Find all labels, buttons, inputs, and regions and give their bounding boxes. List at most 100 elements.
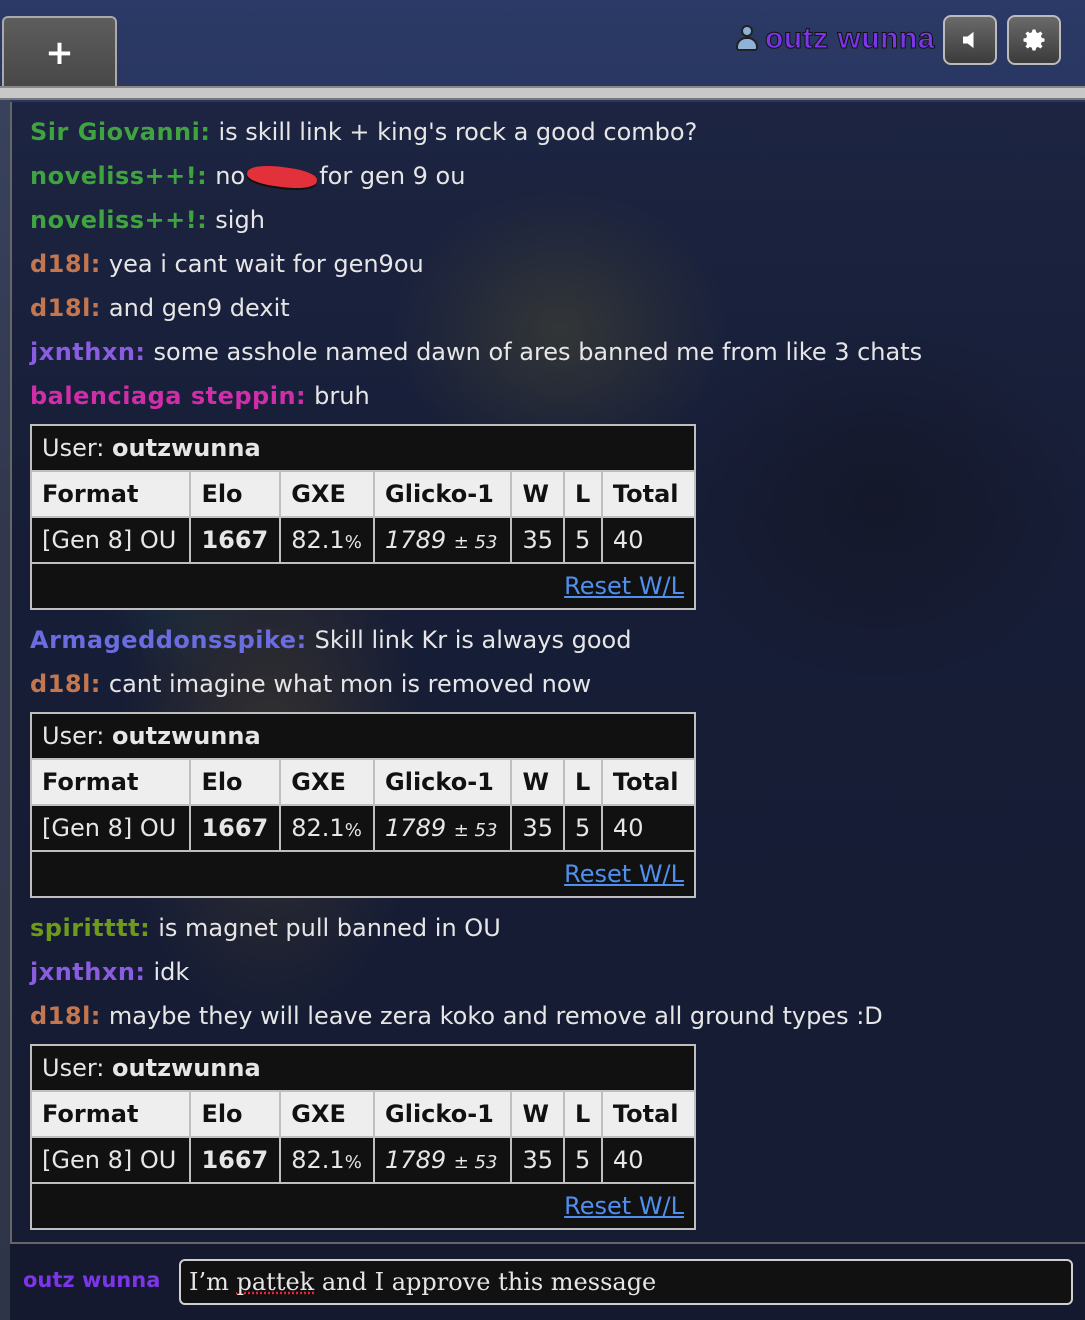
message-text: no [215,162,246,190]
message-username[interactable]: jxnthxn: [30,338,146,366]
rank-glicko: 1789 ± 53 [373,516,513,564]
message-text: Skill link Kr is always good [314,626,632,654]
rank-table: User: outzwunna Format Elo GXE Glicko-1 W L Tot… [29,712,697,898]
reset-wl-link[interactable]: Reset W/L [564,860,684,888]
rank-table: User: outzwunna Format Elo GXE Glicko-1 W L Tot… [29,1044,697,1230]
rank-losses: 5 [563,804,603,852]
rank-header-cell: Elo [189,758,282,806]
new-tab-button[interactable]: + [2,16,117,88]
message-text: some asshole named dawn of ares banned m… [153,338,923,366]
chat-message: spiritttt: is magnet pull banned in OU [30,906,1080,950]
rank-wins: 35 [510,1136,566,1184]
rank-header-cell: GXE [279,470,376,518]
rank-reset-row: Reset W/L [30,562,696,610]
chat-message: Armageddonsspike: Skill link Kr is always… [30,618,1080,662]
rank-header-cell: Total [600,470,697,518]
rank-header-cell: GXE [279,758,376,806]
message-text: for gen 9 ou [319,162,466,190]
rank-reset-row: Reset W/L [30,850,696,898]
message-text: idk [153,958,190,986]
rank-header-cell: W [510,758,566,806]
sound-icon [963,31,974,49]
rank-reset-row: Reset W/L [30,1182,696,1230]
message-text: and gen9 dexit [108,294,290,322]
chat-input[interactable]: I’m pattek and I approve this message [179,1259,1073,1305]
rank-losses: 5 [563,516,603,564]
rank-user-name: outzwunna [112,1054,261,1082]
settings-button[interactable] [1007,15,1061,65]
gear-icon [1023,29,1045,51]
rank-header-cell: Elo [189,470,282,518]
chat-message: noveliss++!: sigh [30,198,1080,242]
chat-message: d18l: and gen9 dexit [30,286,1080,330]
message-username[interactable]: d18l: [30,1002,101,1030]
message-text: yea i cant wait for gen9ou [108,250,424,278]
input-text-after: and I approve this message [314,1268,657,1296]
rank-header-cell: Glicko-1 [373,758,513,806]
rank-gxe: 82.1% [279,516,376,564]
rank-glicko-value: 1789 [385,1146,447,1174]
message-text: is skill link + king's rock a good combo… [218,118,698,146]
rank-format: [Gen 8] OU [29,1136,192,1184]
message-username[interactable]: d18l: [30,250,101,278]
message-username[interactable]: noveliss++!: [30,162,207,190]
rank-glicko-deviation: ± 53 [453,820,498,841]
chat-message: noveliss++!: no for gen 9 ou [30,154,1080,198]
rank-user-name: outzwunna [112,722,261,750]
rank-format: [Gen 8] OU [29,516,192,564]
rank-gxe-value: 82.1 [291,814,345,842]
message-username[interactable]: spiritttt: [30,914,150,942]
reset-wl-link[interactable]: Reset W/L [564,572,684,600]
message-text: is magnet pull banned in OU [158,914,501,942]
rank-gxe-value: 82.1 [291,526,345,554]
rank-wins: 35 [510,516,566,564]
user-icon [735,25,759,53]
input-text-before: I’m [189,1268,237,1296]
message-username[interactable]: jxnthxn: [30,958,146,986]
rank-user-row: User: outzwunna [30,712,696,760]
chat-message: balenciaga steppin: bruh [30,374,1080,418]
message-username[interactable]: d18l: [30,294,101,322]
user-menu[interactable]: outz wunna [735,22,935,56]
rank-header-cell: Format [29,1090,192,1138]
rank-format: [Gen 8] OU [29,804,192,852]
rank-user-label: User: [42,722,105,750]
rank-header-cell: Format [29,470,192,518]
reset-wl-link[interactable]: Reset W/L [564,1192,684,1220]
message-username[interactable]: d18l: [30,670,101,698]
rank-glicko: 1789 ± 53 [373,1136,513,1184]
message-username[interactable]: Sir Giovanni: [30,118,210,146]
message-username[interactable]: Armageddonsspike: [30,626,307,654]
rank-total: 40 [600,804,697,852]
chat-message: Sir Giovanni: is skill link + king's rock… [30,110,1080,154]
rank-header-cell: Glicko-1 [373,1090,513,1138]
rank-header-cell: Elo [189,1090,282,1138]
message-username[interactable]: noveliss++!: [30,206,207,234]
rank-gxe-unit: % [344,1152,362,1173]
plus-icon: + [45,33,74,73]
chat-log[interactable]: Sir Giovanni: is skill link + king's rock… [10,102,1085,1242]
rank-elo: 1667 [189,516,282,564]
rank-user-label: User: [42,1054,105,1082]
rank-gxe: 82.1% [279,1136,376,1184]
chat-input-bar: outz wunna I’m pattek and I approve this… [10,1242,1085,1320]
chat-message: d18l: cant imagine what mon is removed no… [30,662,1080,706]
rank-glicko-value: 1789 [385,814,447,842]
rank-user-label: User: [42,434,105,462]
rank-header-cell: GXE [279,1090,376,1138]
chat-message: jxnthxn: idk [30,950,1080,994]
rank-header-cell: L [563,1090,603,1138]
current-username[interactable]: outz wunna [765,22,935,56]
rank-total: 40 [600,1136,697,1184]
chat-message: jxnthxn: some asshole named dawn of ares … [30,330,1080,374]
rank-glicko-deviation: ± 53 [453,532,498,553]
message-text: cant imagine what mon is removed now [108,670,592,698]
rank-header-cell: Glicko-1 [373,470,513,518]
message-username[interactable]: balenciaga steppin: [30,382,306,410]
sound-button[interactable] [943,15,997,65]
rank-user-name: outzwunna [112,434,261,462]
rank-gxe: 82.1% [279,804,376,852]
message-text: maybe they will leave zera koko and remo… [108,1002,883,1030]
rank-header-cell: W [510,1090,566,1138]
message-text: bruh [314,382,370,410]
